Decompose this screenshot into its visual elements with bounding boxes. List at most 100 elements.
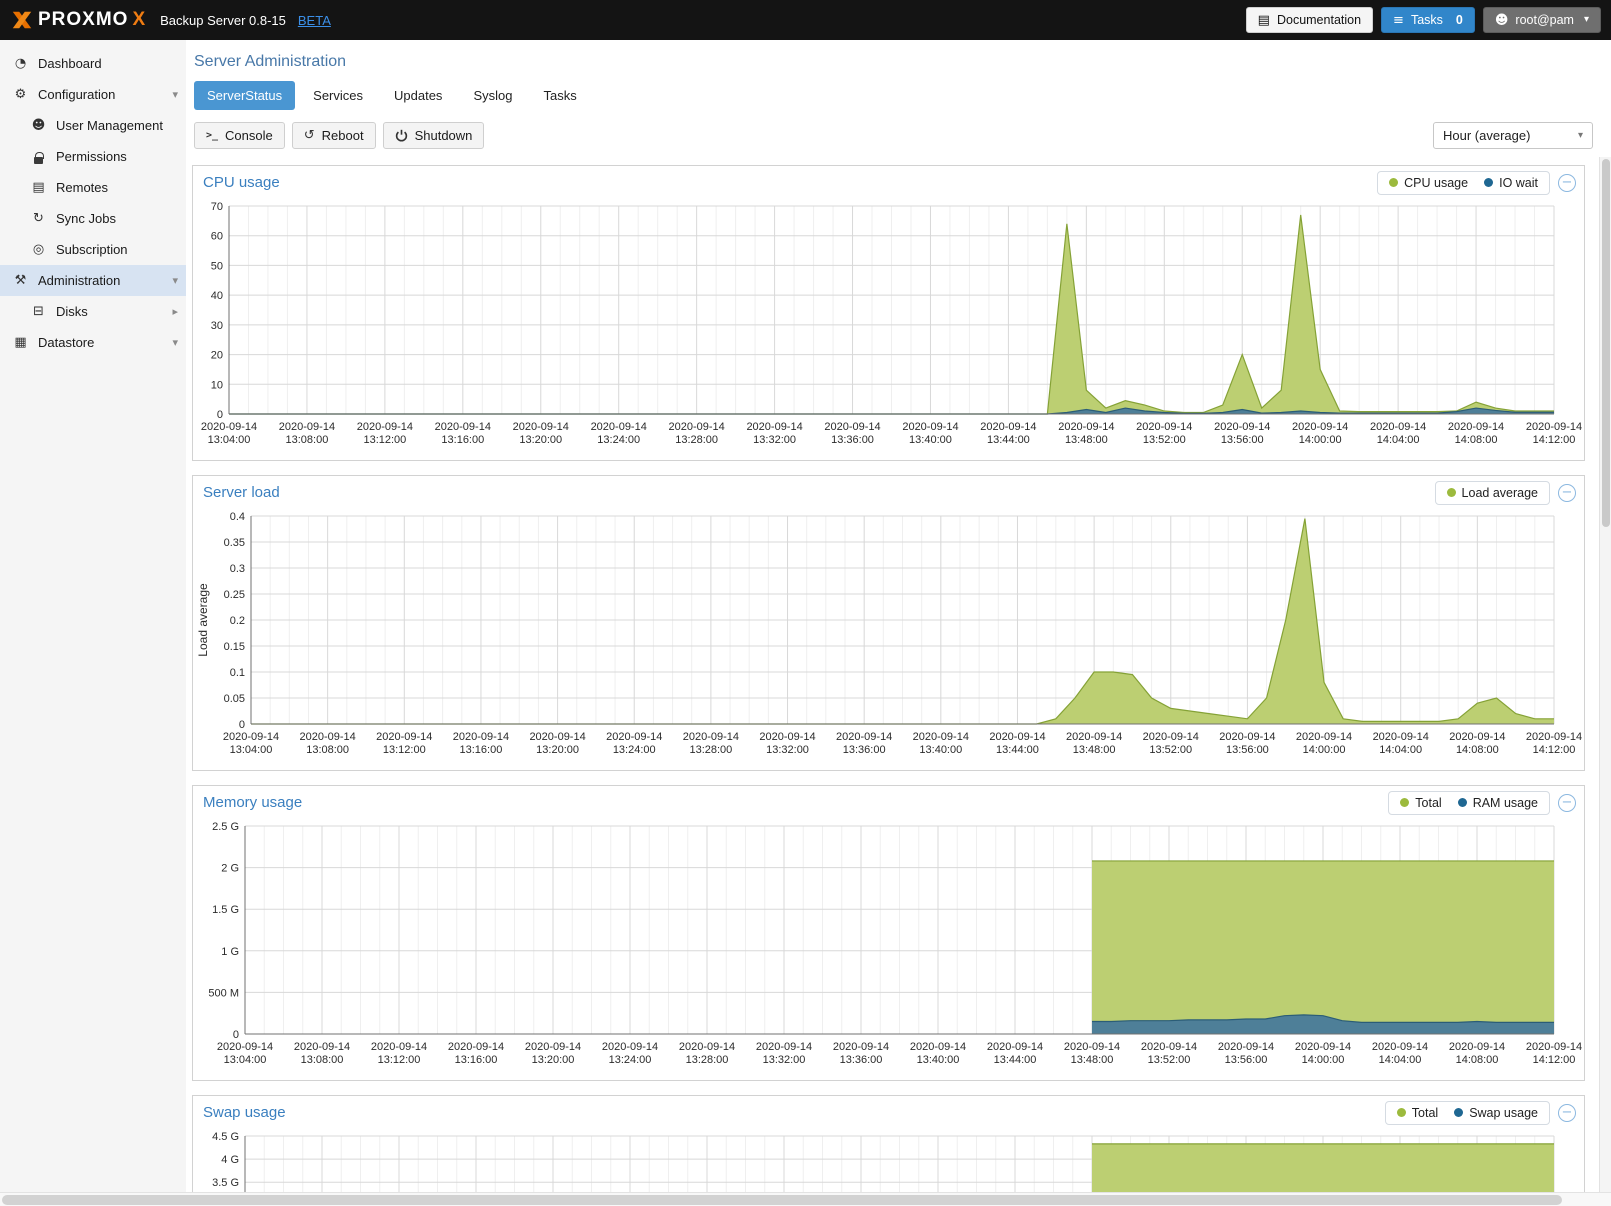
legend-entry[interactable]: RAM usage — [1458, 796, 1538, 810]
vertical-scrollbar[interactable] — [1599, 157, 1611, 1192]
legend-dot-icon — [1447, 488, 1456, 497]
sidebar-item-permissions[interactable]: Permissions — [0, 141, 186, 172]
collapse-panel-icon[interactable]: − — [1558, 794, 1576, 812]
panel-title: Server load — [203, 484, 280, 501]
sidebar-item-disks[interactable]: ⊟Disks▸ — [0, 296, 186, 327]
disks-icon: ⊟ — [30, 305, 47, 318]
legend-entry[interactable]: IO wait — [1484, 176, 1538, 190]
product-title: Backup Server 0.8-15 — [160, 13, 286, 28]
legend-dot-icon — [1454, 1108, 1463, 1117]
legend-entries: CPU usage IO wait — [1377, 171, 1550, 195]
svg-text:2020-09-1413:20:00: 2020-09-1413:20:00 — [513, 421, 569, 446]
svg-text:2020-09-1413:56:00: 2020-09-1413:56:00 — [1219, 731, 1275, 756]
top-bar: PROXMOX Backup Server 0.8-15 BETA ▤ Docu… — [0, 0, 1611, 40]
svg-text:0.15: 0.15 — [224, 641, 245, 653]
cpu-usage-chart: 0102030405060702020-09-1413:04:002020-09… — [193, 198, 1584, 454]
page-title: Server Administration — [186, 40, 1611, 79]
tab-tasks[interactable]: Tasks — [530, 81, 589, 110]
tasks-label: Tasks — [1411, 13, 1443, 27]
svg-text:0.4: 0.4 — [230, 511, 245, 523]
tab-serverstatus[interactable]: ServerStatus — [194, 81, 295, 110]
reboot-button[interactable]: ↺ Reboot — [292, 122, 376, 149]
caret-right-icon[interactable]: ▸ — [172, 305, 178, 318]
panel-title: Swap usage — [203, 1104, 286, 1121]
gears-icon: ⚙ — [12, 88, 29, 101]
legend-dot-icon — [1458, 798, 1467, 807]
svg-text:0.35: 0.35 — [224, 537, 245, 549]
legend-entries: Total Swap usage — [1385, 1101, 1550, 1125]
shutdown-button[interactable]: Shutdown — [383, 122, 485, 149]
sync-icon: ↻ — [30, 212, 47, 225]
svg-text:2020-09-1414:04:00: 2020-09-1414:04:00 — [1372, 1041, 1428, 1066]
caret-down-icon[interactable]: ▾ — [172, 88, 178, 101]
gauge-icon: ◔ — [12, 57, 29, 70]
console-button[interactable]: >_ Console — [194, 122, 285, 149]
server-load-panel: Server load Load average − 00.050.10.150… — [192, 475, 1585, 771]
svg-text:0: 0 — [239, 719, 245, 731]
svg-text:2020-09-1413:36:00: 2020-09-1413:36:00 — [836, 731, 892, 756]
svg-text:2020-09-1413:48:00: 2020-09-1413:48:00 — [1064, 1041, 1120, 1066]
caret-down-icon[interactable]: ▾ — [172, 336, 178, 349]
vertical-scrollbar-thumb[interactable] — [1602, 159, 1610, 527]
tab-services[interactable]: Services — [300, 81, 376, 110]
content: Server Administration ServerStatusServic… — [186, 40, 1611, 1192]
collapse-panel-icon[interactable]: − — [1558, 1104, 1576, 1122]
tasks-button[interactable]: ≡ Tasks 0 — [1381, 7, 1475, 33]
legend-entries: Total RAM usage — [1388, 791, 1550, 815]
tab-syslog[interactable]: Syslog — [460, 81, 525, 110]
timeframe-select[interactable]: Hour (average) ▾ — [1433, 122, 1593, 149]
proxmox-x-icon — [10, 8, 34, 32]
legend-entry[interactable]: Total — [1397, 1106, 1438, 1120]
sidebar-item-dashboard[interactable]: ◔Dashboard — [0, 48, 186, 79]
tab-updates[interactable]: Updates — [381, 81, 455, 110]
svg-text:2020-09-1413:16:00: 2020-09-1413:16:00 — [435, 421, 491, 446]
svg-text:1.5 G: 1.5 G — [212, 904, 239, 916]
sidebar-item-label: Remotes — [56, 180, 108, 195]
legend-label: Load average — [1462, 486, 1538, 500]
svg-text:2020-09-1414:00:00: 2020-09-1414:00:00 — [1292, 421, 1348, 446]
svg-text:2020-09-1413:52:00: 2020-09-1413:52:00 — [1136, 421, 1192, 446]
legend-label: RAM usage — [1473, 796, 1538, 810]
tasks-list-icon: ≡ — [1393, 14, 1404, 27]
sidebar-item-remotes[interactable]: ▤Remotes — [0, 172, 186, 203]
legend-entry[interactable]: CPU usage — [1389, 176, 1468, 190]
panel-title: Memory usage — [203, 794, 302, 811]
beta-link[interactable]: BETA — [298, 13, 331, 28]
sidebar-item-sync-jobs[interactable]: ↻ Sync Jobs — [0, 203, 186, 234]
sidebar-item-configuration[interactable]: ⚙Configuration▾ — [0, 79, 186, 110]
collapse-panel-icon[interactable]: − — [1558, 174, 1576, 192]
svg-text:0: 0 — [233, 1029, 239, 1041]
documentation-button[interactable]: ▤ Documentation — [1246, 7, 1373, 33]
svg-text:0.2: 0.2 — [230, 615, 245, 627]
legend: Total RAM usage − — [1388, 791, 1576, 815]
horizontal-scrollbar[interactable] — [0, 1192, 1611, 1206]
svg-text:60: 60 — [211, 231, 223, 243]
user-icon: ☻ — [30, 119, 47, 132]
panel-title: CPU usage — [203, 174, 280, 191]
svg-text:2020-09-1414:12:00: 2020-09-1414:12:00 — [1526, 1041, 1582, 1066]
memory-usage-panel: Memory usage TotalRAM usage − 0500 M1 G1… — [192, 785, 1585, 1081]
tabbar: ServerStatusServicesUpdatesSyslogTasks — [186, 79, 1611, 116]
legend-entry[interactable]: Load average — [1447, 486, 1538, 500]
sidebar-item-administration[interactable]: ⚒Administration▾ — [0, 265, 186, 296]
svg-text:2020-09-1413:32:00: 2020-09-1413:32:00 — [756, 1041, 812, 1066]
legend-entry[interactable]: Swap usage — [1454, 1106, 1538, 1120]
svg-text:2020-09-1413:20:00: 2020-09-1413:20:00 — [529, 731, 585, 756]
caret-down-icon[interactable]: ▾ — [172, 274, 178, 287]
svg-text:2020-09-1413:48:00: 2020-09-1413:48:00 — [1066, 731, 1122, 756]
horizontal-scrollbar-thumb[interactable] — [2, 1195, 1562, 1205]
sidebar-item-label: Sync Jobs — [56, 211, 116, 226]
swap-usage-panel: Swap usage TotalSwap usage − 0500 M1 G1.… — [192, 1095, 1585, 1192]
svg-text:2020-09-1413:32:00: 2020-09-1413:32:00 — [759, 731, 815, 756]
sidebar-item-user-management[interactable]: ☻User Management — [0, 110, 186, 141]
legend-dot-icon — [1389, 178, 1398, 187]
legend-entry[interactable]: Total — [1400, 796, 1441, 810]
svg-text:2 G: 2 G — [221, 863, 239, 875]
collapse-panel-icon[interactable]: − — [1558, 484, 1576, 502]
terminal-icon: >_ — [206, 131, 218, 141]
sidebar-item-datastore[interactable]: ▦Datastore▾ — [0, 327, 186, 358]
sidebar-item-subscription[interactable]: ◎Subscription — [0, 234, 186, 265]
user-menu-button[interactable]: ☻ root@pam ▾ — [1483, 7, 1601, 33]
toolbar: >_ Console ↺ Reboot Shutdown Hour (avera… — [186, 116, 1611, 157]
tasks-count-badge: 0 — [1456, 13, 1463, 27]
